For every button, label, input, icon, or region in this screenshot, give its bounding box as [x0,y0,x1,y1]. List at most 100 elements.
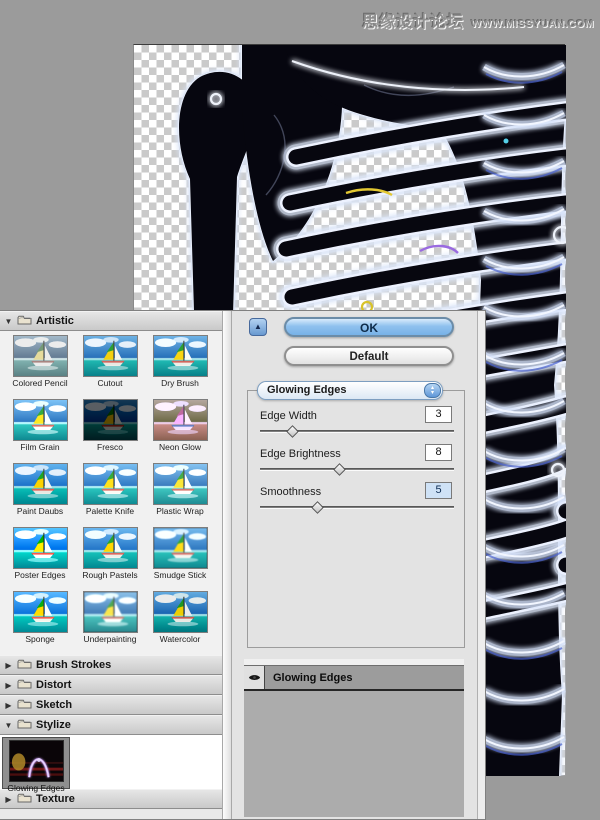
dropdown-arrows-icon: ▴ ▾ [424,383,441,398]
collapse-arrow-icon: ▲ [254,322,262,331]
folder-icon [17,790,32,808]
section-content-stylize: Glowing Edges [0,735,222,789]
filter-thumb-label: Paint Daubs [5,506,75,516]
section-label: Texture [36,793,75,805]
effect-layer-row[interactable]: Glowing Edges [244,665,464,691]
folder-icon [17,312,32,330]
eye-icon [248,673,261,682]
folder-icon [17,716,32,734]
filter-thumb-image [153,591,208,633]
section-header-stylize[interactable]: ▼ Stylize [0,715,222,735]
slider-group-edge-width: Edge Width3 [260,407,454,445]
disclosure-expanded-icon: ▼ [4,721,13,730]
section-header-distort[interactable]: ▶ Distort [0,675,222,695]
filter-thumb-image [13,399,68,441]
filter-thumb-image [83,463,138,505]
slider-track[interactable] [260,430,454,433]
filter-thumb-image [13,463,68,505]
slider-track[interactable] [260,506,454,509]
slider-group-edge-brightness: Edge Brightness8 [260,445,454,483]
effect-layer-label: Glowing Edges [265,666,352,689]
filter-thumb-neon-glow[interactable]: Neon Glow [145,399,215,460]
effect-layers-list: Glowing Edges [244,659,464,817]
filter-thumb-label: Poster Edges [5,570,75,580]
disclosure-collapsed-icon: ▶ [4,661,13,670]
filter-select-value: Glowing Edges [258,382,442,399]
filter-thumb-rough-pastels[interactable]: Rough Pastels [75,527,145,588]
folder-icon [17,656,32,674]
filter-thumb-image [9,740,64,782]
section-header-sketch[interactable]: ▶Sketch [0,695,222,715]
filter-thumb-image [83,527,138,569]
filter-thumb-label: Cutout [75,378,145,388]
filter-thumb-watercolor[interactable]: Watercolor [145,591,215,652]
filter-thumb-image [83,591,138,633]
filter-thumb-underpainting[interactable]: Underpainting [75,591,145,652]
filter-thumb-label: Dry Brush [145,378,215,388]
watermark-site-text: WWW.MISSYUAN.COM [471,18,594,30]
settings-panel: ▲ OK Default Edge Width3Edge Brightness8… [232,311,478,819]
section-label: Brush Strokes [36,659,111,671]
slider-track[interactable] [260,468,454,471]
section-content-artistic: Colored PencilCutoutDry Brush Film GrainF… [0,331,222,655]
slider-thumb[interactable] [286,425,299,438]
filter-thumb-colored-pencil[interactable]: Colored Pencil [5,335,75,396]
section-label: Artistic [36,315,74,327]
dialog-right-scrollbar[interactable] [477,311,485,819]
filter-thumb-fresco[interactable]: Fresco [75,399,145,460]
folder-icon [17,676,32,694]
filter-thumb-image [13,335,68,377]
gallery-scrollbar[interactable] [222,311,232,819]
disclosure-collapsed-icon: ▶ [4,795,13,804]
filter-select-dropdown[interactable]: Glowing Edges ▴ ▾ [257,381,443,400]
filter-thumb-poster-edges[interactable]: Poster Edges [5,527,75,588]
filter-thumb-dry-brush[interactable]: Dry Brush [145,335,215,396]
watermark: 思缘设计论坛 WWW.MISSYUAN.COM [362,8,594,32]
disclosure-collapsed-icon: ▶ [4,701,13,710]
slider-value-input[interactable]: 8 [425,444,452,461]
filter-gallery: ▼ Artistic Colored PencilCutoutDry Brush Fi… [0,311,222,819]
filter-thumb-palette-knife[interactable]: Palette Knife [75,463,145,524]
collapse-panel-button[interactable]: ▲ [249,318,267,336]
filter-thumb-label: Neon Glow [145,442,215,452]
filter-thumb-image [13,591,68,633]
slider-thumb[interactable] [311,501,324,514]
filter-thumb-label: Glowing Edges [3,783,69,793]
filter-thumb-film-grain[interactable]: Film Grain [5,399,75,460]
filter-thumb-label: Underpainting [75,634,145,644]
ok-button[interactable]: OK [284,317,454,337]
filter-thumb-paint-daubs[interactable]: Paint Daubs [5,463,75,524]
default-button[interactable]: Default [284,346,454,366]
layer-visibility-toggle[interactable] [244,666,265,689]
filter-thumb-label: Colored Pencil [5,378,75,388]
filter-thumb-plastic-wrap[interactable]: Plastic Wrap [145,463,215,524]
disclosure-collapsed-icon: ▶ [4,681,13,690]
filter-thumb-label: Fresco [75,442,145,452]
filter-thumb-label: Film Grain [5,442,75,452]
filter-thumb-sponge[interactable]: Sponge [5,591,75,652]
disclosure-expanded-icon: ▼ [4,317,13,326]
section-header-brush-strokes[interactable]: ▶ Brush Strokes [0,655,222,675]
section-label: Stylize [36,719,71,731]
section-label: Distort [36,679,71,691]
filter-thumb-smudge-stick[interactable]: Smudge Stick [145,527,215,588]
filter-thumb-image [153,399,208,441]
filter-thumb-label: Rough Pastels [75,570,145,580]
filter-thumb-image [153,527,208,569]
filter-thumb-image [13,527,68,569]
filter-thumb-glowing-edges[interactable]: Glowing Edges [2,737,70,789]
filter-thumb-image [153,463,208,505]
section-header-artistic[interactable]: ▼ Artistic [0,311,222,331]
folder-icon [17,696,32,714]
filter-thumb-label: Sponge [5,634,75,644]
watermark-cjk-text: 思缘设计论坛 [362,8,464,32]
filter-thumb-cutout[interactable]: Cutout [75,335,145,396]
sliders: Edge Width3Edge Brightness8Smoothness5 [248,407,464,521]
filter-gallery-dialog: ▼ Artistic Colored PencilCutoutDry Brush Fi… [0,310,486,820]
filter-options-group: Edge Width3Edge Brightness8Smoothness5 [247,390,465,648]
slider-group-smoothness: Smoothness5 [260,483,454,521]
filter-thumb-label: Smudge Stick [145,570,215,580]
slider-value-input[interactable]: 5 [425,482,452,499]
slider-thumb[interactable] [333,463,346,476]
slider-value-input[interactable]: 3 [425,406,452,423]
